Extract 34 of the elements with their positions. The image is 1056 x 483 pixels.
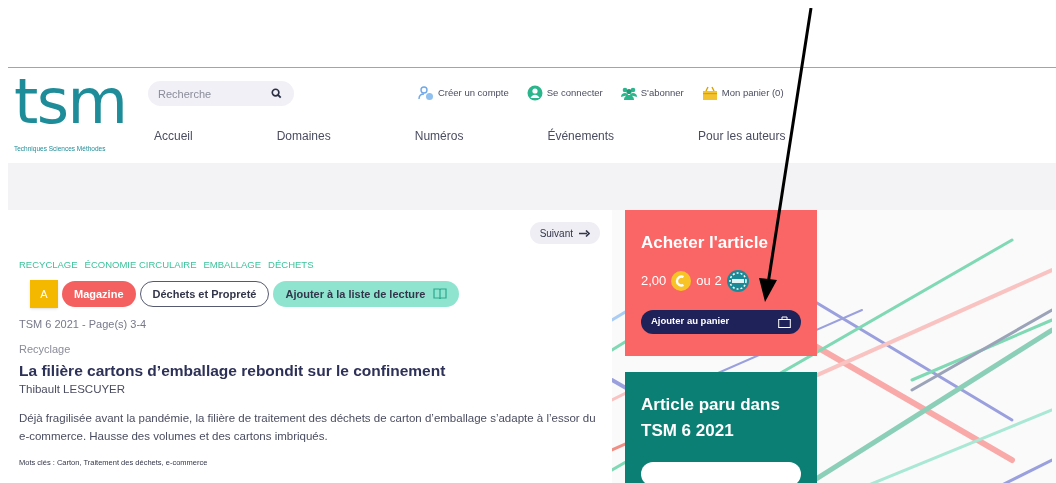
issue-button[interactable]	[641, 462, 801, 483]
user-plus-icon	[418, 85, 434, 101]
add-to-cart-button[interactable]: Ajouter au panier	[641, 309, 801, 334]
reading-list-button[interactable]: Ajouter à la liste de lecture	[273, 281, 460, 308]
price: 2,00	[641, 271, 667, 290]
article-summary: Déjà fragilisée avant la pandémie, la filière de traitement des déchets de carton d’emballage s’adapte à l’essor du e-commerce. Hausse des volumes et des cartons imbriqués.	[19, 410, 597, 444]
account-link[interactable]: Créer un compte	[418, 85, 509, 101]
alt-price: ou 2	[696, 271, 722, 290]
account-link[interactable]: Se connecter	[526, 85, 603, 101]
article-title: La filière cartons d’emballage rebondit sur le confinement	[19, 361, 447, 382]
book-icon	[433, 288, 448, 301]
basket-icon	[701, 86, 718, 100]
issue-pages: TSM 6 2021 - Page(s) 3-4	[19, 317, 148, 333]
section-label: Recyclage	[19, 341, 72, 357]
author-name: Thibault LESCUYER	[19, 382, 127, 398]
account-link[interactable]: Mon panier (0)	[701, 85, 784, 101]
nav-link[interactable]: Événements	[547, 127, 615, 145]
user-circle-icon	[526, 85, 543, 101]
bag-icon	[778, 315, 791, 328]
nav-link[interactable]: Pour les auteurs	[698, 127, 786, 145]
grade-badge: A	[30, 280, 58, 309]
nav-link[interactable]: Accueil	[154, 127, 193, 145]
users-icon	[620, 86, 637, 100]
search-field[interactable]: Recherche	[148, 81, 294, 106]
next-button[interactable]: Suivant	[529, 222, 600, 244]
nav-link[interactable]: Numéros	[414, 127, 464, 145]
purchase-title: Acheter l'article	[641, 232, 769, 254]
account-link[interactable]: S'abonner	[620, 85, 684, 101]
search-icon[interactable]	[271, 87, 282, 99]
nav-link[interactable]: Domaines	[276, 127, 331, 145]
issue-card-title: Article paru dans TSM 6 2021	[641, 394, 781, 442]
euro-coin-icon	[671, 270, 692, 291]
arrow-right-icon	[579, 229, 590, 237]
token-coin-icon	[726, 269, 749, 292]
